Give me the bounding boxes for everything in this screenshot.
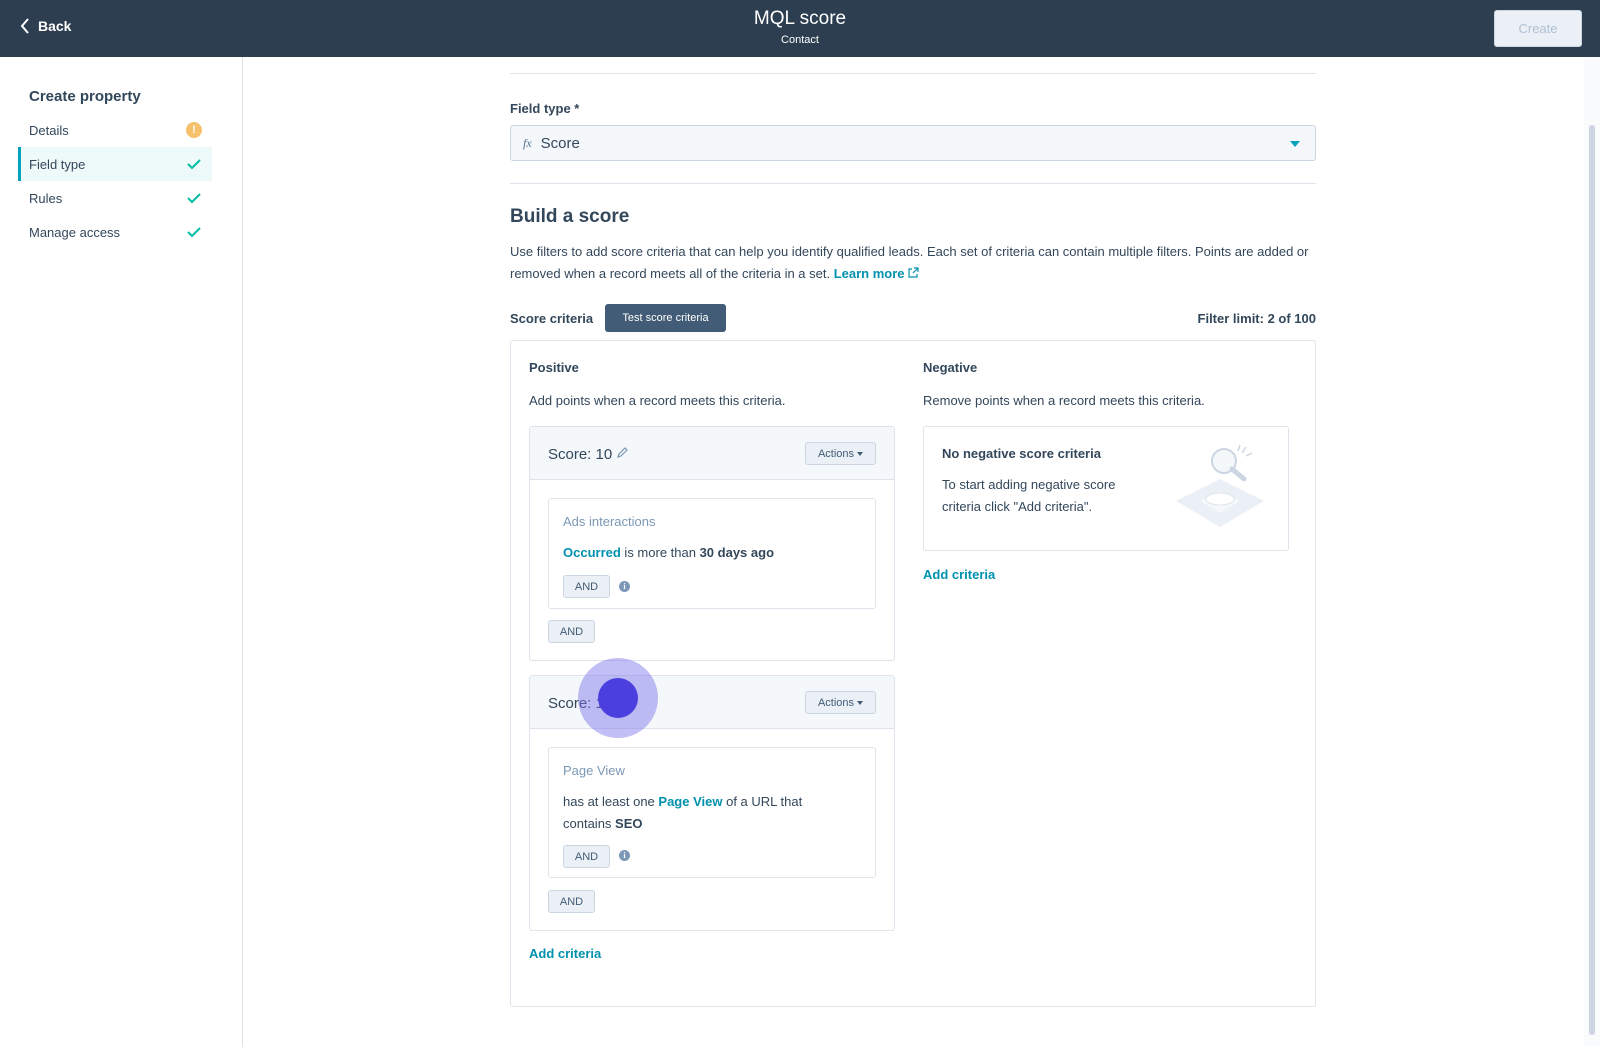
info-icon[interactable]: i — [619, 581, 630, 592]
page-subtitle: Contact — [781, 34, 819, 46]
create-button[interactable]: Create — [1494, 10, 1582, 47]
cursor-dot — [598, 678, 638, 718]
actions-dropdown[interactable]: Actions — [805, 442, 876, 465]
and-button[interactable]: AND — [563, 845, 610, 868]
check-icon — [186, 156, 202, 172]
filter-limit-text: Filter limit: 2 of 100 — [1197, 311, 1316, 326]
positive-description: Add points when a record meets this crit… — [529, 393, 786, 408]
warning-icon: ! — [186, 122, 202, 138]
score-criteria-label: Score criteria — [510, 311, 594, 326]
scrollbar-thumb[interactable] — [1589, 125, 1595, 1035]
filter-name: Page View — [563, 763, 625, 778]
negative-description: Remove points when a record meets this c… — [923, 393, 1205, 408]
pencil-icon[interactable] — [616, 446, 629, 464]
magnifier-illustration-icon — [1172, 443, 1268, 536]
sidebar: Create property Details ! Field type Rul… — [0, 57, 243, 1047]
filter-description: Occurred is more than 30 days ago — [563, 542, 853, 564]
filter-name: Ads interactions — [563, 514, 656, 529]
positive-title: Positive — [529, 360, 579, 375]
actions-label: Actions — [817, 447, 855, 460]
page-title: MQL score — [753, 8, 847, 29]
actions-dropdown[interactable]: Actions — [805, 691, 876, 714]
divider — [510, 73, 1316, 74]
sidebar-item-label: Details — [29, 122, 69, 138]
learn-more-link[interactable]: Learn more — [834, 266, 919, 281]
filter-link[interactable]: Page View — [658, 794, 722, 809]
and-button[interactable]: AND — [548, 620, 595, 643]
caret-down-icon — [857, 451, 864, 456]
and-button[interactable]: AND — [563, 575, 610, 598]
top-header: Back MQL score Contact Create — [0, 0, 1600, 57]
divider — [510, 183, 1316, 184]
empty-description: To start adding negative score criteria … — [942, 477, 1116, 514]
field-type-value: Score — [540, 134, 580, 152]
filter-text: is more than — [620, 545, 700, 560]
info-icon[interactable]: i — [619, 850, 630, 861]
sidebar-item-label: Manage access — [29, 224, 121, 240]
sidebar-item-field-type[interactable]: Field type — [18, 147, 212, 181]
actions-label: Actions — [817, 696, 855, 709]
learn-more-label: Learn more — [833, 266, 905, 281]
sidebar-item-label: Rules — [29, 190, 63, 206]
filter-value: SEO — [615, 816, 643, 831]
caret-down-icon — [857, 700, 864, 705]
test-score-criteria-button[interactable]: Test score criteria — [605, 304, 726, 332]
title-block: MQL score Contact — [0, 8, 1600, 46]
filter-text: has at least one — [563, 794, 659, 809]
external-link-icon — [908, 266, 919, 281]
build-score-title: Build a score — [510, 206, 630, 227]
click-highlight — [578, 658, 658, 738]
filter-description: has at least one Page View of a URL that… — [563, 791, 853, 835]
sidebar-item-rules[interactable]: Rules — [18, 181, 212, 215]
check-icon — [186, 190, 202, 206]
build-score-description: Use filters to add score criteria that c… — [510, 241, 1316, 285]
field-type-label: Field type * — [510, 101, 580, 116]
filter-link[interactable]: Occurred — [563, 545, 621, 560]
empty-title: No negative score criteria — [942, 446, 1101, 461]
function-icon: fx — [523, 135, 532, 150]
field-type-select[interactable]: fx Score — [510, 125, 1316, 161]
empty-negative-card: No negative score criteria To start addi… — [923, 426, 1289, 551]
sidebar-item-details[interactable]: Details ! — [18, 113, 212, 147]
score-label: Score: 10 — [548, 446, 613, 463]
score-card-header: Score: 10 Actions — [530, 427, 894, 480]
sidebar-item-label: Field type — [29, 156, 86, 172]
add-positive-criteria-link[interactable]: Add criteria — [529, 946, 601, 961]
scrollbar[interactable] — [1584, 57, 1600, 1047]
sidebar-item-manage-access[interactable]: Manage access — [18, 215, 212, 249]
and-button[interactable]: AND — [548, 890, 595, 913]
score-card: Score: 10 Actions Ads interactions Occur… — [529, 426, 895, 661]
negative-title: Negative — [923, 360, 978, 375]
chevron-down-icon — [1290, 141, 1300, 147]
sidebar-title: Create property — [29, 88, 141, 105]
filter-card[interactable]: Page View has at least one Page View of … — [548, 747, 876, 878]
check-icon — [186, 224, 202, 240]
filter-value: 30 days ago — [699, 545, 775, 560]
add-negative-criteria-link[interactable]: Add criteria — [923, 567, 995, 582]
filter-card[interactable]: Ads interactions Occurred is more than 3… — [548, 498, 876, 609]
